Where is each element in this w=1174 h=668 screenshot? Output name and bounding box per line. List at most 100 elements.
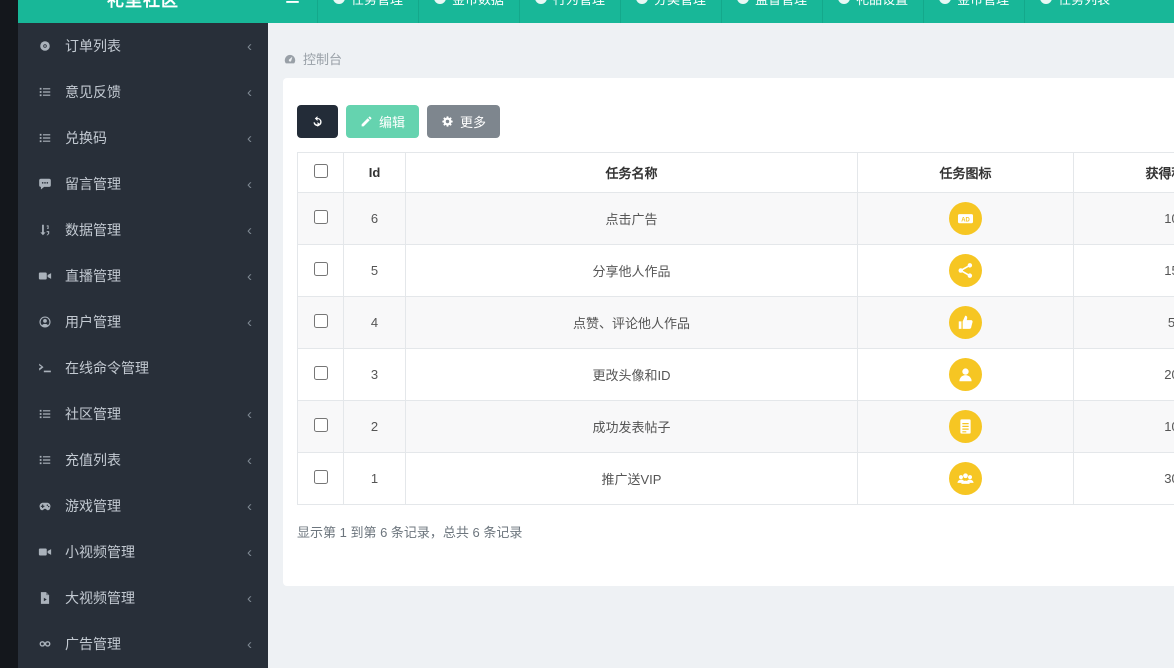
file-lines-icon [949, 410, 982, 443]
topnav-item-3[interactable]: 分类管理 [620, 0, 721, 23]
table-row: 4 点赞、评论他人作品 5 [298, 297, 1174, 349]
cell-task-name: 点击广告 [406, 193, 858, 245]
cell-points: 10 [1074, 401, 1174, 453]
cell-task-name: 成功发表帖子 [406, 401, 858, 453]
app-logo: 礼里社区 [18, 0, 268, 23]
edit-button[interactable]: 编辑 [346, 105, 419, 138]
more-button[interactable]: 更多 [427, 105, 500, 138]
top-navbar: 任务管理 金币数据 行为管理 分类管理 监督管理 礼品设置 金币管理 任务列表 [268, 0, 1174, 23]
row-checkbox[interactable] [314, 262, 328, 276]
sidebar: 礼里社区 订单列表 ‹ 意见反馈 ‹ 兑换码 ‹ 留言管理 ‹ 数据管理 ‹ 直… [18, 0, 268, 668]
topnav-item-label: 分类管理 [654, 0, 706, 8]
records-summary: 显示第 1 到第 6 条记录，总共 6 条记录 [297, 522, 1174, 541]
row-checkbox[interactable] [314, 366, 328, 380]
sidebar-item-message-mgmt[interactable]: 留言管理 ‹ [18, 161, 268, 207]
chevron-left-icon: ‹ [247, 269, 252, 284]
cell-id: 6 [344, 193, 406, 245]
row-checkbox[interactable] [314, 210, 328, 224]
edit-button-label: 编辑 [379, 112, 405, 131]
select-all-cell [298, 153, 344, 193]
cell-id: 5 [344, 245, 406, 297]
cell-id: 2 [344, 401, 406, 453]
cell-points: 30 [1074, 453, 1174, 505]
pencil-icon [360, 115, 373, 128]
topnav-item-5[interactable]: 礼品设置 [822, 0, 923, 23]
topnav-item-0[interactable]: 任务管理 [317, 0, 418, 23]
file-video-icon [36, 591, 54, 605]
sidebar-item-recharge-list[interactable]: 充值列表 ‹ [18, 437, 268, 483]
cell-points: 5 [1074, 297, 1174, 349]
chevron-left-icon: ‹ [247, 223, 252, 238]
sidebar-item-label: 在线命令管理 [65, 358, 149, 378]
sidebar-item-ad-mgmt[interactable]: 广告管理 ‹ [18, 621, 268, 667]
topnav-item-4[interactable]: 监督管理 [721, 0, 822, 23]
more-button-label: 更多 [460, 112, 486, 131]
cell-task-name: 更改头像和ID [406, 349, 858, 401]
sidebar-item-live-mgmt[interactable]: 直播管理 ‹ [18, 253, 268, 299]
comment-icon [36, 177, 54, 191]
gear-icon [441, 115, 454, 128]
ad-badge-icon [949, 202, 982, 235]
circle-icon [1040, 0, 1052, 4]
sidebar-item-user-mgmt[interactable]: 用户管理 ‹ [18, 299, 268, 345]
chevron-left-icon: ‹ [247, 315, 252, 330]
ad-icon [36, 637, 54, 651]
cell-task-name: 分享他人作品 [406, 245, 858, 297]
topnav-item-7[interactable]: 任务列表 [1024, 0, 1125, 23]
sidebar-item-label: 小视频管理 [65, 542, 135, 562]
row-checkbox[interactable] [314, 470, 328, 484]
sidebar-item-community-mgmt[interactable]: 社区管理 ‹ [18, 391, 268, 437]
sidebar-item-data-mgmt[interactable]: 数据管理 ‹ [18, 207, 268, 253]
breadcrumb-label: 控制台 [303, 49, 342, 68]
sidebar-item-game-mgmt[interactable]: 游戏管理 ‹ [18, 483, 268, 529]
table-list-icon [36, 407, 54, 421]
sidebar-toggle-button[interactable] [268, 0, 317, 23]
list-icon [36, 131, 54, 145]
cell-task-name: 点赞、评论他人作品 [406, 297, 858, 349]
cell-points: 15 [1074, 245, 1174, 297]
sort-numeric-icon [36, 223, 54, 237]
select-all-checkbox[interactable] [314, 164, 328, 178]
chevron-left-icon: ‹ [247, 39, 252, 54]
row-checkbox[interactable] [314, 314, 328, 328]
sidebar-item-label: 游戏管理 [65, 496, 121, 516]
row-checkbox[interactable] [314, 418, 328, 432]
breadcrumb: 控制台 [283, 49, 342, 68]
sidebar-item-label: 用户管理 [65, 312, 121, 332]
topnav-item-1[interactable]: 金币数据 [418, 0, 519, 23]
chevron-left-icon: ‹ [247, 499, 252, 514]
table-row: 1 推广送VIP 30 [298, 453, 1174, 505]
table-toolbar: 编辑 更多 [297, 105, 1174, 138]
sidebar-item-long-video-mgmt[interactable]: 大视频管理 ‹ [18, 575, 268, 621]
gauge-icon [283, 52, 297, 66]
sidebar-item-short-video-mgmt[interactable]: 小视频管理 ‹ [18, 529, 268, 575]
table-header-row: Id 任务名称 任务图标 获得积分 [298, 153, 1174, 193]
sidebar-item-online-command[interactable]: 在线命令管理 [18, 345, 268, 391]
thumbs-up-icon [949, 306, 982, 339]
chevron-left-icon: ‹ [247, 545, 252, 560]
sidebar-item-label: 数据管理 [65, 220, 121, 240]
topnav-item-label: 行为管理 [553, 0, 605, 8]
sidebar-item-feedback[interactable]: 意见反馈 ‹ [18, 69, 268, 115]
sidebar-item-order-list[interactable]: 订单列表 ‹ [18, 23, 268, 69]
chevron-left-icon: ‹ [247, 407, 252, 422]
list-icon [36, 453, 54, 467]
sidebar-item-label: 留言管理 [65, 174, 121, 194]
table-row: 2 成功发表帖子 10 [298, 401, 1174, 453]
users-icon [949, 462, 982, 495]
chevron-left-icon: ‹ [247, 131, 252, 146]
circle-icon [838, 0, 850, 4]
topnav-item-6[interactable]: 金币管理 [923, 0, 1024, 23]
topnav-item-label: 礼品设置 [856, 0, 908, 8]
refresh-button[interactable] [297, 105, 338, 138]
hamburger-icon [285, 0, 300, 6]
cell-task-name: 推广送VIP [406, 453, 858, 505]
table-row: 6 点击广告 10 [298, 193, 1174, 245]
circle-icon [636, 0, 648, 4]
circle-icon [434, 0, 446, 4]
chevron-left-icon: ‹ [247, 177, 252, 192]
topnav-item-2[interactable]: 行为管理 [519, 0, 620, 23]
sidebar-item-redeem-code[interactable]: 兑换码 ‹ [18, 115, 268, 161]
topnav-item-label: 任务列表 [1058, 0, 1110, 8]
refresh-icon [311, 115, 324, 128]
